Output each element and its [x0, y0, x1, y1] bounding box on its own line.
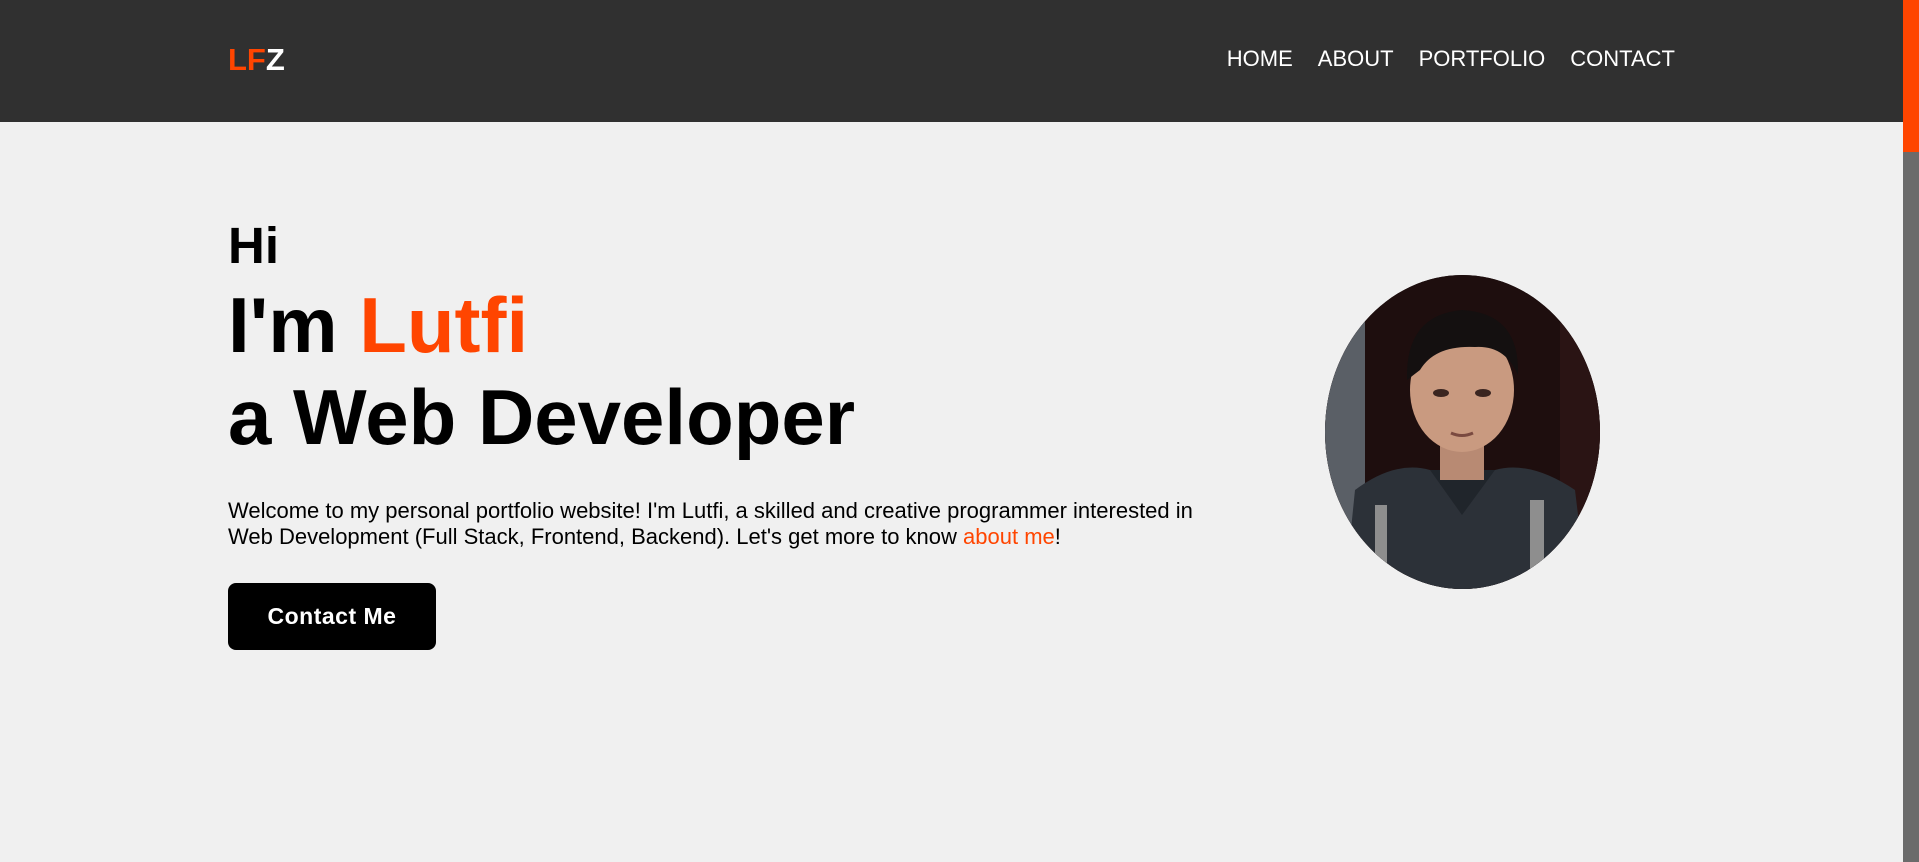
nav-contact[interactable]: CONTACT [1570, 44, 1675, 74]
hero-section: Hi I'm Lutfi a Web Developer Welcome to … [228, 214, 1228, 550]
main-nav: HOME ABOUT PORTFOLIO CONTACT [1227, 44, 1675, 74]
profile-photo-icon [1325, 275, 1600, 589]
hero-description-suffix: ! [1054, 524, 1061, 549]
contact-me-button[interactable]: Contact Me [228, 583, 436, 650]
site-header: LFZ HOME ABOUT PORTFOLIO CONTACT [0, 0, 1903, 122]
hero-greeting: Hi [228, 217, 279, 274]
scrollbar[interactable] [1903, 0, 1919, 862]
logo[interactable]: LFZ [228, 40, 285, 80]
nav-home[interactable]: HOME [1227, 44, 1293, 74]
hero-intro: I'm Lutfi [228, 280, 1228, 370]
logo-text: Z [265, 42, 285, 77]
hero-intro-prefix: I'm [228, 281, 360, 369]
hero-description: Welcome to my personal portfolio website… [228, 498, 1208, 550]
hero-name: Lutfi [359, 281, 529, 369]
nav-portfolio[interactable]: PORTFOLIO [1419, 44, 1546, 74]
nav-about[interactable]: ABOUT [1318, 44, 1394, 74]
scrollbar-thumb[interactable] [1903, 0, 1919, 152]
about-me-link[interactable]: about me [963, 524, 1055, 549]
profile-photo [1325, 275, 1600, 589]
hero-role: a Web Developer [228, 373, 856, 461]
logo-accent-text: LF [228, 42, 266, 77]
